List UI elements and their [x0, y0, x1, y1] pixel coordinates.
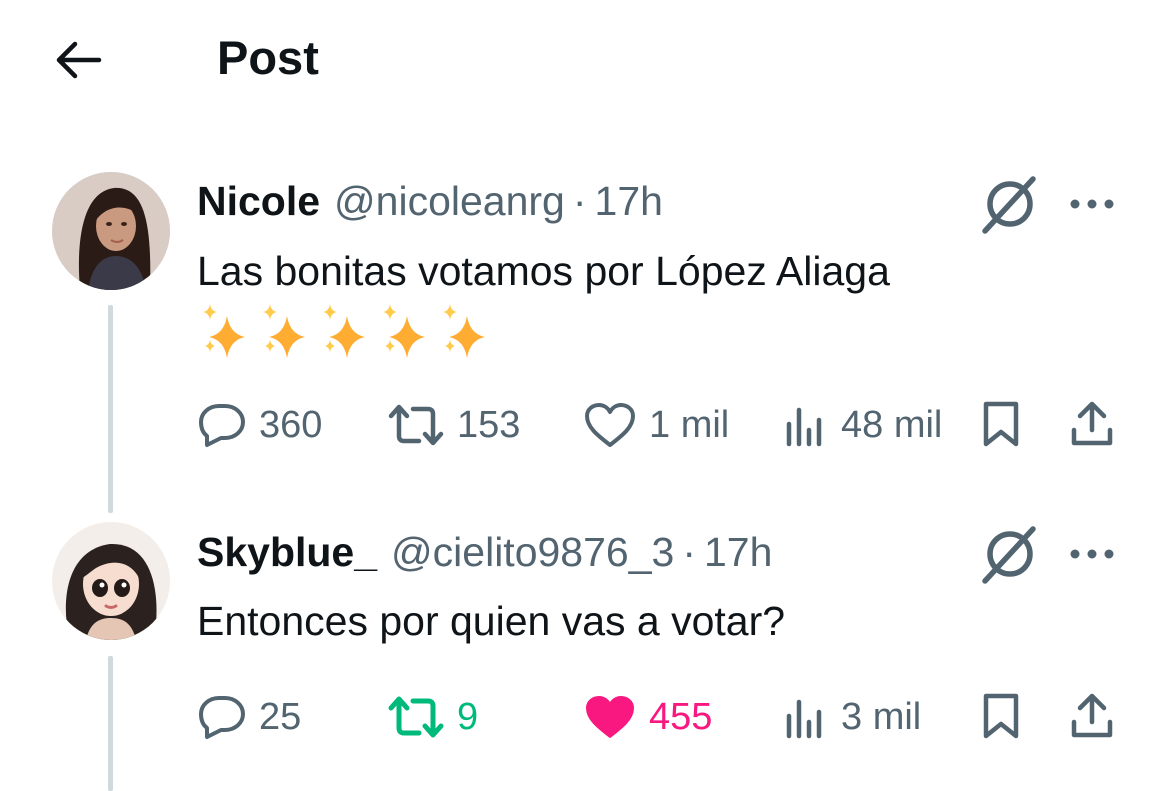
bookmark-icon	[983, 693, 1019, 739]
like-button[interactable]: 455	[583, 691, 712, 743]
reply-button[interactable]: 25	[197, 691, 301, 743]
user-handle[interactable]: @nicoleanrg	[334, 176, 565, 226]
repost-button[interactable]: 9	[387, 691, 478, 743]
like-button[interactable]: 1 mil	[583, 399, 729, 451]
repost-button[interactable]: 153	[387, 399, 520, 451]
post-header: Skyblue_ @cielito9876_3 · 17h	[197, 527, 772, 577]
thread-connector-line	[108, 305, 113, 513]
share-button[interactable]	[1066, 398, 1118, 450]
reply-button[interactable]: 360	[197, 399, 322, 451]
back-button[interactable]	[52, 34, 104, 86]
display-name[interactable]: Nicole	[197, 176, 320, 226]
separator-dot: ·	[572, 178, 587, 224]
views-count: 3 mil	[841, 696, 922, 738]
views-count: 48 mil	[841, 404, 943, 446]
grok-button[interactable]	[978, 522, 1042, 586]
bookmark-icon	[983, 401, 1019, 447]
user-handle[interactable]: @cielito9876_3	[391, 527, 674, 577]
reply-count: 25	[259, 696, 302, 738]
thread-connector-line	[108, 656, 113, 791]
repost-count: 9	[457, 696, 479, 738]
sparkle-icon	[263, 304, 305, 358]
avatar[interactable]	[52, 522, 170, 640]
top-bar: Post	[0, 0, 1170, 115]
post-header: Nicole @nicoleanrg · 17h	[197, 176, 663, 226]
bookmark-button[interactable]	[975, 690, 1027, 742]
like-icon	[585, 403, 635, 447]
bookmark-button[interactable]	[975, 398, 1027, 450]
share-button[interactable]	[1066, 690, 1118, 742]
views-button[interactable]: 48 mil	[783, 399, 942, 451]
repost-count: 153	[457, 404, 521, 446]
separator-dot: ·	[682, 529, 696, 575]
more-options-button[interactable]	[1063, 534, 1121, 574]
more-icon	[1070, 549, 1114, 559]
views-button[interactable]: 3 mil	[783, 691, 921, 743]
reply-icon	[199, 404, 245, 447]
grok-button[interactable]	[978, 172, 1042, 236]
share-icon	[1071, 693, 1113, 738]
sparkle-icon	[203, 304, 245, 358]
reply-count: 360	[259, 404, 323, 446]
grok-icon	[982, 526, 1036, 584]
more-icon	[1070, 199, 1114, 209]
avatar-photo	[52, 172, 170, 290]
sparkle-icon	[383, 304, 425, 358]
like-count: 455	[649, 696, 713, 738]
sparkles-emoji	[197, 302, 495, 362]
reply-icon	[199, 696, 245, 739]
like-count: 1 mil	[649, 404, 730, 446]
sparkle-icon	[443, 304, 485, 358]
grok-icon	[982, 176, 1036, 234]
repost-icon	[388, 696, 444, 738]
timestamp[interactable]: 17h	[704, 527, 772, 577]
repost-icon	[388, 404, 444, 446]
post-text: Las bonitas votamos por López Aliaga	[197, 248, 890, 294]
views-icon	[786, 699, 822, 739]
display-name[interactable]: Skyblue_	[197, 527, 377, 577]
back-arrow-icon	[56, 41, 102, 79]
post-text: Entonces por quien vas a votar?	[197, 598, 786, 644]
sparkle-icon	[323, 304, 365, 358]
avatar[interactable]	[52, 172, 170, 290]
views-icon	[786, 407, 822, 447]
like-icon	[586, 696, 634, 738]
share-icon	[1071, 401, 1113, 446]
more-options-button[interactable]	[1063, 184, 1121, 224]
timestamp[interactable]: 17h	[595, 176, 663, 226]
avatar-illustration	[52, 522, 170, 640]
page-title: Post	[217, 31, 319, 84]
